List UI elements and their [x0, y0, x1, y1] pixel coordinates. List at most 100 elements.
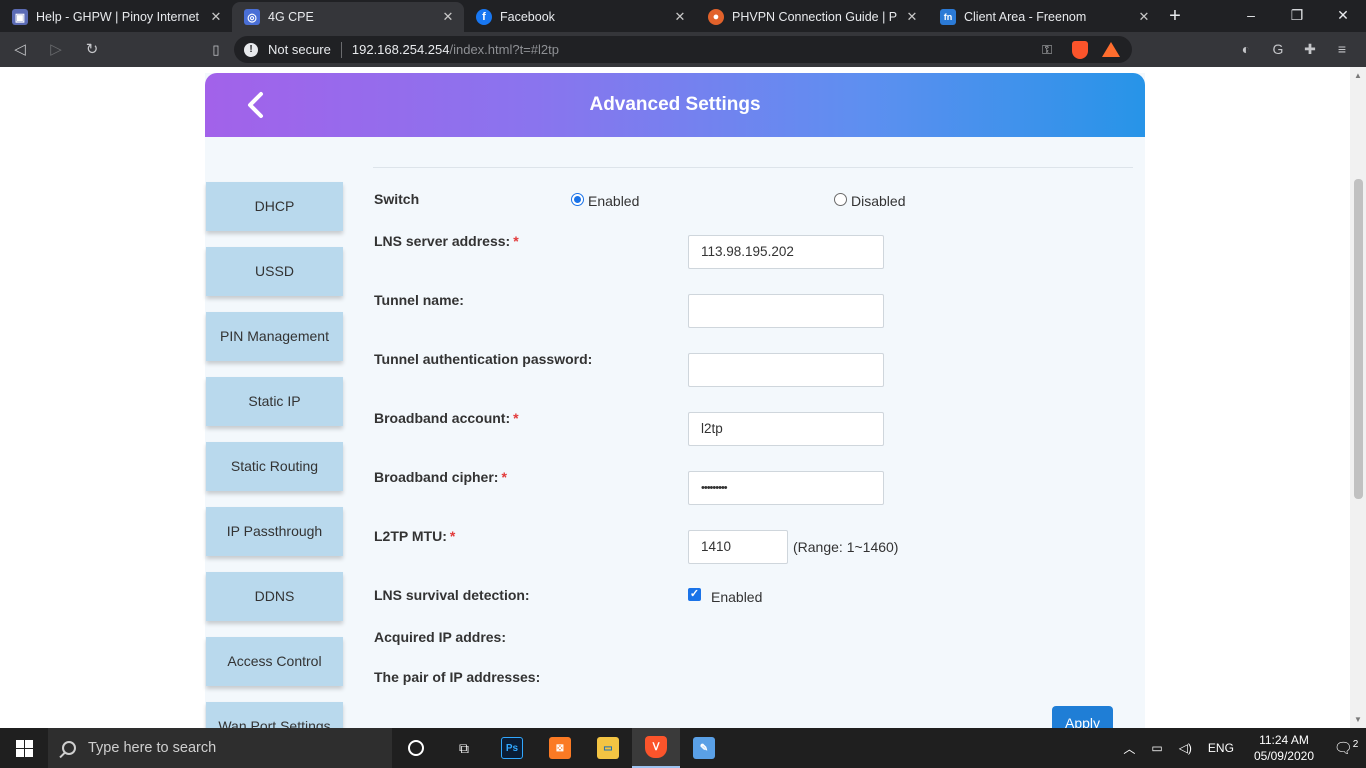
sidebar-item-ussd[interactable]: USSD	[206, 247, 343, 296]
settings-panel: Advanced Settings DHCP USSD PIN Manageme…	[205, 73, 1145, 728]
sidebar-item-pin-management[interactable]: PIN Management	[206, 312, 343, 361]
search-placeholder: Type here to search	[88, 740, 217, 756]
forward-button[interactable]: ▷	[40, 34, 72, 66]
brave-shield-icon[interactable]	[1072, 40, 1088, 59]
translate-icon[interactable]: G	[1262, 36, 1294, 63]
close-tab-icon[interactable]: ✕	[672, 9, 688, 25]
close-tab-icon[interactable]: ✕	[1136, 9, 1152, 25]
close-tab-icon[interactable]: ✕	[440, 9, 456, 25]
sidebar-item-wan-port-settings[interactable]: Wan Port Settings	[206, 702, 343, 728]
l2tp-mtu-input[interactable]: 1410	[688, 530, 788, 564]
browser-tab-active[interactable]: ◎ 4G CPE ✕	[232, 2, 464, 32]
restore-button[interactable]: ❐	[1274, 0, 1320, 30]
switch-disabled-radio[interactable]	[834, 193, 847, 206]
header-banner: Advanced Settings	[205, 73, 1145, 137]
globe-icon: ◎	[244, 9, 260, 25]
divider	[373, 167, 1133, 168]
sidebar-item-ip-passthrough[interactable]: IP Passthrough	[206, 507, 343, 556]
start-button[interactable]	[0, 728, 48, 768]
extensions-area: ◐ G ✚ ≡	[1230, 36, 1358, 63]
taskbar-search[interactable]: Type here to search	[48, 728, 392, 768]
task-view-icon[interactable]: ⧉	[440, 728, 488, 768]
tab-title: 4G CPE	[268, 10, 314, 24]
search-icon	[62, 741, 76, 755]
file-explorer-icon[interactable]: ▭	[584, 728, 632, 768]
clock-time: 11:24 AM	[1259, 733, 1309, 747]
notification-count: 2	[1352, 739, 1359, 750]
close-window-button[interactable]: ✕	[1320, 0, 1366, 30]
info-icon[interactable]: !	[244, 42, 258, 57]
mtu-range-hint: (Range: 1~1460)	[793, 539, 899, 555]
divider	[340, 41, 342, 58]
network-icon[interactable]: ▭	[1143, 741, 1170, 755]
xampp-icon[interactable]: ⊠	[536, 728, 584, 768]
browser-toolbar: ◁ ▷ ↻ ▯ ! Not secure 192.168.254.254 /in…	[0, 32, 1366, 67]
menu-icon[interactable]: ≡	[1326, 36, 1358, 63]
apply-button[interactable]: Apply	[1052, 706, 1113, 728]
required-mark: *	[449, 528, 456, 544]
lns-survival-label: LNS survival detection:	[374, 587, 530, 603]
tunnel-name-input[interactable]	[688, 294, 884, 328]
required-mark: *	[501, 469, 507, 485]
broadband-cipher-input[interactable]: •••••••••	[688, 471, 884, 505]
close-tab-icon[interactable]: ✕	[208, 9, 224, 25]
extension-icon[interactable]: ◐	[1230, 36, 1262, 63]
back-button[interactable]: ◁	[4, 34, 36, 66]
chevron-up-icon[interactable]: ︿	[1115, 740, 1143, 757]
clock[interactable]: 11:24 AM 05/09/2020	[1242, 732, 1326, 764]
sidebar-item-access-control[interactable]: Access Control	[206, 637, 343, 686]
puzzle-icon[interactable]: ✚	[1294, 36, 1326, 63]
l2tp-mtu-label-text: L2TP MTU:	[374, 528, 447, 544]
cortana-icon[interactable]	[392, 728, 440, 768]
browser-tab[interactable]: ● PHVPN Connection Guide | Philip ✕	[696, 2, 928, 32]
browser-tab[interactable]: f Facebook ✕	[464, 2, 696, 32]
key-icon[interactable]: ⚿	[1042, 42, 1052, 58]
sidebar-item-dhcp[interactable]: DHCP	[206, 182, 343, 231]
volume-icon[interactable]: ◁)	[1171, 741, 1200, 755]
page-title: Advanced Settings	[589, 94, 761, 115]
lns-survival-option-label: Enabled	[711, 589, 763, 605]
brave-browser-icon[interactable]: ᐯ	[632, 728, 680, 768]
url-path: /index.html?t=#l2tp	[449, 42, 559, 57]
minimize-button[interactable]: –	[1228, 0, 1274, 30]
scroll-up-icon[interactable]: ▲	[1354, 71, 1362, 80]
lns-server-label-text: LNS server address:	[374, 233, 511, 249]
ip-pair-label: The pair of IP addresses:	[374, 669, 541, 685]
browser-tab-strip: ▣ Help - GHPW | Pinoy Internet and ✕ ◎ 4…	[0, 0, 1366, 32]
phvpn-icon: ●	[708, 9, 724, 25]
lns-server-input[interactable]: 113.98.195.202	[688, 235, 884, 269]
notification-center-icon[interactable]: 🗨2	[1326, 739, 1366, 757]
box-icon: ▣	[12, 9, 28, 25]
tab-title: Help - GHPW | Pinoy Internet and	[36, 10, 202, 24]
tunnel-name-label: Tunnel name:	[374, 292, 464, 308]
scroll-down-icon[interactable]: ▼	[1354, 715, 1362, 724]
scrollbar-thumb[interactable]	[1354, 179, 1363, 499]
tunnel-password-input[interactable]	[688, 353, 884, 387]
brave-rewards-icon[interactable]	[1102, 42, 1120, 57]
reload-button[interactable]: ↻	[76, 34, 108, 66]
windows-taskbar: Type here to search ⧉ Ps ⊠ ▭ ᐯ ✎ ︿ ▭ ◁) …	[0, 728, 1366, 768]
bookmark-icon[interactable]: ▯	[200, 34, 232, 66]
notepad-app-icon[interactable]: ✎	[680, 728, 728, 768]
switch-enabled-label: Enabled	[588, 193, 640, 209]
page-scrollbar[interactable]: ▲ ▼	[1350, 67, 1366, 728]
broadband-account-label: Broadband account: *	[374, 410, 519, 426]
facebook-icon: f	[476, 9, 492, 25]
required-mark: *	[513, 233, 519, 249]
windows-logo-icon	[15, 739, 33, 757]
browser-tab[interactable]: ▣ Help - GHPW | Pinoy Internet and ✕	[0, 2, 232, 32]
new-tab-button[interactable]: +	[1160, 2, 1190, 32]
photoshop-icon[interactable]: Ps	[488, 728, 536, 768]
close-tab-icon[interactable]: ✕	[904, 9, 920, 25]
sidebar: DHCP USSD PIN Management Static IP Stati…	[206, 182, 343, 728]
broadband-account-input[interactable]: l2tp	[688, 412, 884, 446]
sidebar-item-ddns[interactable]: DDNS	[206, 572, 343, 621]
address-bar[interactable]: ! Not secure 192.168.254.254 /index.html…	[234, 36, 1132, 63]
broadband-cipher-label: Broadband cipher: *	[374, 469, 507, 485]
sidebar-item-static-routing[interactable]: Static Routing	[206, 442, 343, 491]
switch-enabled-radio[interactable]	[571, 193, 584, 206]
browser-tab[interactable]: fn Client Area - Freenom ✕	[928, 2, 1160, 32]
sidebar-item-static-ip[interactable]: Static IP	[206, 377, 343, 426]
lns-survival-checkbox[interactable]: ✓	[688, 588, 701, 601]
input-language[interactable]: ENG	[1200, 741, 1242, 755]
